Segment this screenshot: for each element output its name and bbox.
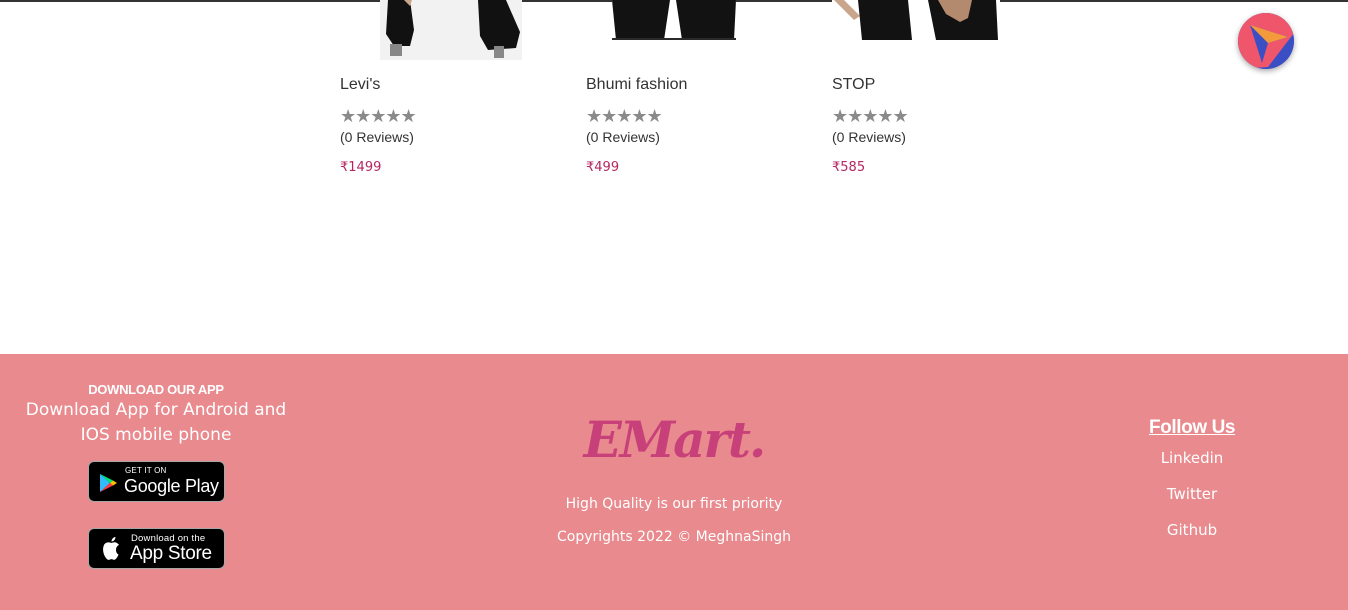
google-play-icon xyxy=(98,473,118,498)
download-app-heading: DOWNLOAD OUR APP xyxy=(88,382,224,397)
product-name[interactable]: Levi's xyxy=(340,76,380,94)
copyright-text: Copyrights 2022 © MeghnaSingh xyxy=(557,529,791,545)
product-image[interactable] xyxy=(832,0,1000,40)
product-price: ₹1499 xyxy=(340,160,382,175)
google-play-button[interactable]: GET IT ON Google Play xyxy=(88,461,225,502)
rating-stars: ★★★★★ xyxy=(832,106,909,126)
review-count: (0 Reviews) xyxy=(586,129,660,145)
apple-icon xyxy=(100,536,122,567)
navigation-arrow-icon[interactable] xyxy=(1238,13,1294,69)
footer: DOWNLOAD OUR APP Download App for Androi… xyxy=(0,354,1348,610)
emart-logo: EMart. xyxy=(583,410,767,469)
app-store-label: App Store xyxy=(130,543,212,564)
product-image[interactable] xyxy=(380,0,522,60)
product-name[interactable]: STOP xyxy=(832,76,875,94)
follow-us-heading: Follow Us xyxy=(1148,417,1236,438)
rating-stars: ★★★★★ xyxy=(586,106,663,126)
product-name[interactable]: Bhumi fashion xyxy=(586,76,687,94)
tagline: High Quality is our first priority xyxy=(565,496,783,512)
rating-stars: ★★★★★ xyxy=(340,106,417,126)
download-app-description: Download App for Android and IOS mobile … xyxy=(25,400,287,445)
product-image[interactable] xyxy=(612,0,736,40)
app-store-button[interactable]: Download on the App Store xyxy=(88,528,225,569)
product-price: ₹585 xyxy=(832,160,866,175)
product-grid: Levi's ★★★★★ (0 Reviews) ₹1499 Bhumi fas… xyxy=(340,0,1040,354)
product-price: ₹499 xyxy=(586,160,620,175)
review-count: (0 Reviews) xyxy=(832,129,906,145)
github-link[interactable]: Github xyxy=(1092,521,1292,539)
review-count: (0 Reviews) xyxy=(340,129,414,145)
linkedin-link[interactable]: Linkedin xyxy=(1092,449,1292,467)
google-play-small-text: GET IT ON xyxy=(125,466,167,475)
google-play-label: Google Play xyxy=(124,476,219,496)
twitter-link[interactable]: Twitter xyxy=(1092,485,1292,503)
